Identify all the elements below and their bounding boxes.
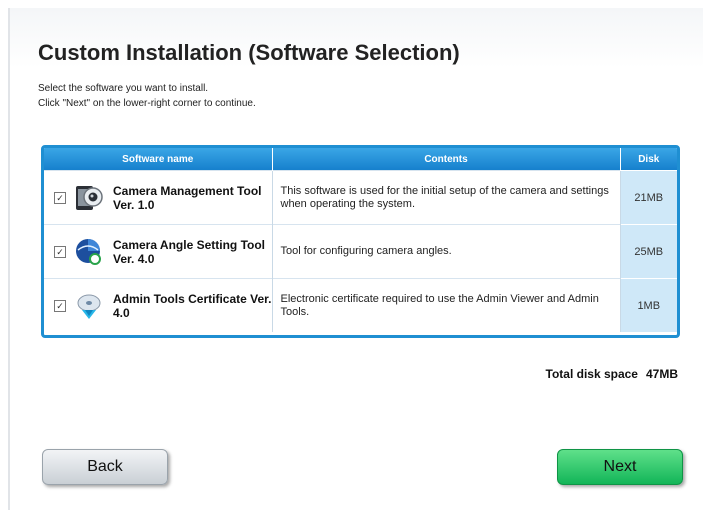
software-disk-size: 1MB	[620, 278, 677, 332]
back-button[interactable]: Back	[42, 449, 168, 485]
next-button[interactable]: Next	[557, 449, 683, 485]
software-name: Admin Tools Certificate Ver. 4.0	[113, 291, 272, 320]
instruction-line-2: Click "Next" on the lower-right corner t…	[38, 98, 256, 109]
certificate-disc-icon	[73, 290, 105, 322]
software-checkbox[interactable]: ✓	[54, 191, 66, 204]
software-disk-size: 25MB	[620, 224, 677, 279]
software-contents: Electronic certificate required to use t…	[272, 278, 621, 332]
total-disk-label: Total disk space	[545, 367, 638, 381]
table-row: ✓ Admin Tools Certificate Ver. 4.0 Elect…	[44, 278, 677, 332]
table-header-row: Software name Contents Disk	[44, 148, 677, 171]
page-title: Custom Installation (Software Selection)	[38, 40, 460, 65]
software-contents: Tool for configuring camera angles.	[272, 224, 621, 279]
software-checkbox[interactable]: ✓	[54, 245, 66, 258]
software-name: Camera Management Tool Ver. 1.0	[113, 183, 262, 212]
instruction-line-1: Select the software you want to install.	[38, 83, 209, 94]
software-disk-size: 21MB	[620, 170, 677, 225]
software-table: Software name Contents Disk ✓ Camera Man…	[41, 145, 680, 338]
software-name: Camera Angle Setting Tool Ver. 4.0	[113, 237, 266, 266]
table-row: ✓ Camera Angle Setting Tool Ver. 4.0 Too…	[44, 224, 677, 279]
total-disk-value: 47MB	[645, 367, 678, 381]
table-row: ✓ Camera Management Tool Ver. 1.0 This s…	[44, 170, 677, 225]
software-contents: This software is used for the initial se…	[272, 170, 621, 225]
camera-management-icon	[73, 182, 105, 214]
software-checkbox[interactable]: ✓	[54, 299, 66, 312]
camera-angle-icon	[73, 236, 105, 268]
header-disk: Disk	[620, 148, 677, 171]
header-software-name: Software name	[44, 148, 273, 171]
header-contents: Contents	[272, 148, 621, 171]
total-disk-space: Total disk space 47MB	[546, 367, 679, 381]
